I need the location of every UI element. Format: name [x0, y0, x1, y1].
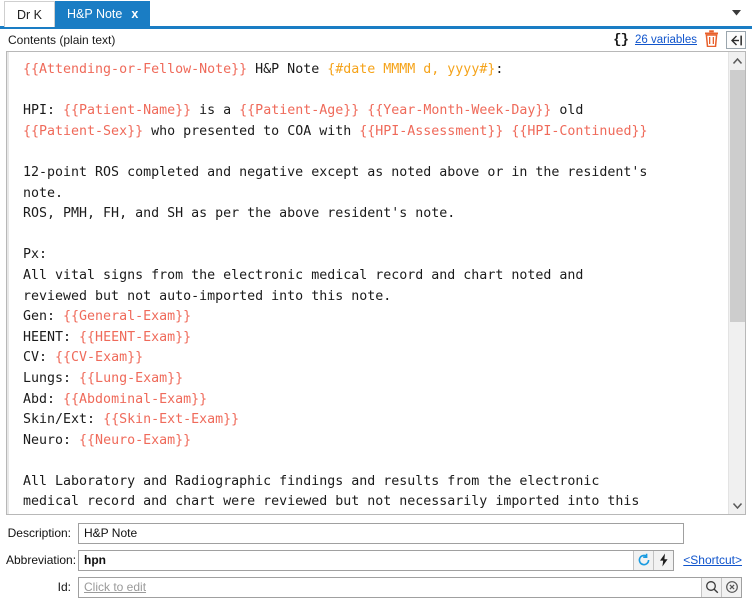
editor-text: HPI:: [23, 103, 64, 119]
editor-line: {{Attending-or-Fellow-Note}} H&P Note {#…: [23, 60, 724, 81]
description-field[interactable]: H&P Note: [78, 522, 684, 544]
tab-dr-k[interactable]: Dr K: [4, 1, 55, 27]
contents-label: Contents (plain text): [8, 33, 116, 47]
description-label: Description:: [7, 526, 71, 540]
editor-text: reviewed but not auto-imported into this…: [23, 288, 392, 304]
editor-line: Lungs: {{Lung-Exam}}: [23, 369, 724, 390]
editor-text: Lungs:: [23, 370, 80, 386]
snippet-properties-form: Description: H&P Note Abbreviation: hpn: [0, 515, 752, 606]
refresh-circle-icon[interactable]: [633, 550, 654, 570]
template-variable: {{Patient-Age}}: [239, 103, 360, 119]
editor-blank-line: [23, 81, 724, 102]
editor-text: CV:: [23, 350, 56, 366]
contents-header: Contents (plain text) {} 26 variables: [0, 29, 752, 51]
magnifier-icon[interactable]: [701, 577, 721, 597]
braces-icon: {}: [613, 32, 629, 48]
editor-text: HEENT:: [23, 329, 80, 345]
close-icon[interactable]: x: [131, 8, 138, 21]
template-variable: {{Abdominal-Exam}}: [63, 391, 208, 407]
editor-line: Abd: {{Abdominal-Exam}}: [23, 390, 724, 411]
template-variable: {{Lung-Exam}}: [79, 370, 184, 386]
chevron-down-icon[interactable]: [730, 7, 742, 19]
contents-editor-wrapper: {{Attending-or-Fellow-Note}} H&P Note {#…: [6, 51, 746, 515]
editor-text: is a: [191, 103, 240, 119]
abbreviation-label: Abbreviation:: [6, 553, 77, 567]
tab-hp-note[interactable]: H&P Note x: [55, 1, 151, 27]
tab-label: H&P Note: [67, 7, 123, 21]
abbreviation-row: Abbreviation: hpn <Shortcut>: [6, 549, 742, 571]
editor-blank-line: [23, 225, 724, 246]
scroll-down-icon[interactable]: [729, 497, 745, 514]
trash-icon[interactable]: [704, 30, 719, 50]
template-variable: {{HPI-Assessment}}: [359, 123, 504, 139]
editor-text: Skin/Ext:: [23, 412, 104, 428]
app-window: Dr K H&P Note x Contents (plain text) {}…: [0, 0, 752, 606]
template-variable: {{Attending-or-Fellow-Note}}: [23, 62, 248, 77]
template-variable: {{CV-Exam}}: [55, 350, 144, 366]
editor-text: 12-point ROS completed and negative exce…: [23, 164, 648, 180]
template-variable: {{Skin-Ext-Exam}}: [103, 412, 240, 428]
editor-line: All Laboratory and Radiographic findings…: [23, 472, 724, 493]
editor-line: reviewed but not auto-imported into this…: [23, 287, 724, 308]
lightning-bolt-icon[interactable]: [653, 550, 674, 570]
template-variable: {{Year-Month-Week-Day}}: [367, 103, 552, 119]
editor-text: ROS, PMH, FH, and SH as per the above re…: [23, 206, 456, 222]
editor-text: Px:: [23, 247, 48, 263]
template-variable: {{General-Exam}}: [63, 309, 192, 325]
editor-line: HEENT: {{HEENT-Exam}}: [23, 328, 724, 349]
shortcut-link[interactable]: <Shortcut>: [683, 553, 742, 567]
variables-link[interactable]: 26 variables: [635, 34, 697, 46]
template-variable: {{HPI-Continued}}: [511, 123, 648, 139]
abbreviation-input[interactable]: hpn: [79, 551, 633, 570]
editor-line: medical record and chart were reviewed b…: [23, 492, 724, 513]
description-input[interactable]: H&P Note: [79, 524, 683, 543]
editor-line: note.: [23, 513, 724, 514]
date-command: {#date MMMM d, yyyy#}: [327, 62, 496, 77]
template-variable: {{Patient-Sex}}: [23, 123, 144, 139]
id-input[interactable]: Click to edit: [79, 578, 701, 597]
editor-line: ROS, PMH, FH, and SH as per the above re…: [23, 204, 724, 225]
editor-text: Abd:: [23, 391, 64, 407]
tab-bar: Dr K H&P Note x: [0, 0, 752, 29]
editor-line: Neuro: {{Neuro-Exam}}: [23, 431, 724, 452]
editor-text: medical record and chart were reviewed b…: [23, 494, 640, 510]
editor-line: 12-point ROS completed and negative exce…: [23, 163, 724, 184]
template-variable: {{Neuro-Exam}}: [79, 432, 192, 448]
contents-toolbar: {} 26 variables: [613, 30, 746, 50]
id-row: Id: Click to edit: [6, 576, 742, 598]
description-row: Description: H&P Note: [6, 522, 742, 544]
editor-text: :: [495, 62, 504, 77]
editor-line: CV: {{CV-Exam}}: [23, 348, 724, 369]
editor-text: old: [551, 103, 584, 119]
editor-line: Px:: [23, 245, 724, 266]
editor-blank-line: [23, 451, 724, 472]
scroll-up-icon[interactable]: [729, 52, 745, 69]
scrollbar-thumb[interactable]: [730, 70, 745, 322]
editor-line: All vital signs from the electronic medi…: [23, 266, 724, 287]
editor-text: H&P Note: [247, 62, 328, 77]
editor-line: {{Patient-Sex}} who presented to COA wit…: [23, 122, 724, 143]
editor-line: note.: [23, 184, 724, 205]
editor-text: All vital signs from the electronic medi…: [23, 267, 584, 283]
editor-blank-line: [23, 142, 724, 163]
editor-line: Gen: {{General-Exam}}: [23, 307, 724, 328]
abbreviation-field[interactable]: hpn: [78, 549, 675, 571]
editor-text: who presented to COA with: [143, 123, 360, 139]
editor-line: Skin/Ext: {{Skin-Ext-Exam}}: [23, 410, 724, 431]
editor-text: Gen:: [23, 309, 64, 325]
editor-text: All Laboratory and Radiographic findings…: [23, 473, 600, 489]
editor-text: Neuro:: [23, 432, 80, 448]
clear-circle-icon[interactable]: [721, 577, 741, 597]
template-variable: {{Patient-Name}}: [63, 103, 192, 119]
tab-label: Dr K: [17, 7, 42, 22]
id-field[interactable]: Click to edit: [78, 576, 742, 598]
id-label: Id:: [57, 580, 71, 594]
editor-text: note.: [23, 185, 64, 201]
editor-scrollbar[interactable]: [728, 52, 745, 514]
editor-line: HPI: {{Patient-Name}} is a {{Patient-Age…: [23, 101, 724, 122]
collapse-left-icon[interactable]: [726, 31, 746, 49]
contents-editor[interactable]: {{Attending-or-Fellow-Note}} H&P Note {#…: [7, 52, 728, 514]
template-variable: {{HEENT-Exam}}: [79, 329, 192, 345]
